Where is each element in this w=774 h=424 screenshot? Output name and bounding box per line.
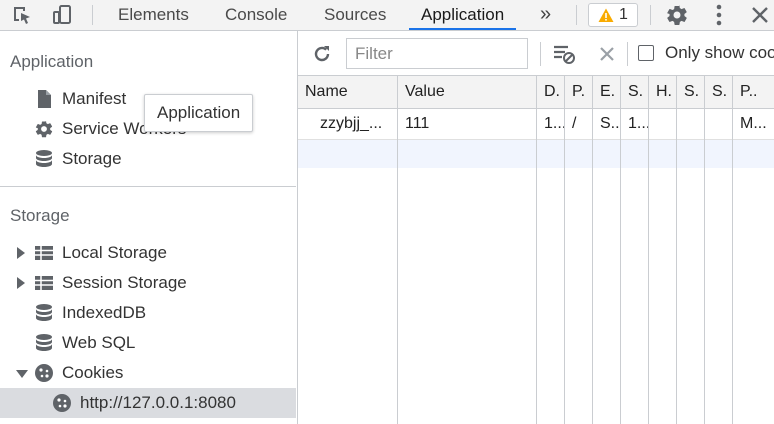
database-icon <box>36 334 52 351</box>
column-header-path[interactable]: P. <box>572 76 590 108</box>
more-options-icon[interactable] <box>707 3 731 27</box>
only-show-label: Only show coo <box>665 43 774 62</box>
sidebar-item-web-sql[interactable]: Web SQL <box>0 328 296 358</box>
cell-size: 1... <box>628 115 648 132</box>
cell-httponly <box>656 109 676 139</box>
clear-filtered-cookies-icon[interactable] <box>552 42 576 66</box>
cell-samesite <box>712 109 732 139</box>
collapse-arrow-icon[interactable] <box>16 370 28 378</box>
cell-priority: M... <box>740 115 767 132</box>
cookie-icon <box>53 394 71 412</box>
database-icon <box>36 304 52 321</box>
sidebar-item-local-storage[interactable]: Local Storage <box>0 238 296 268</box>
sidebar-item-label: Manifest <box>62 89 127 108</box>
filter-input[interactable] <box>346 38 528 69</box>
column-divider[interactable] <box>564 76 565 424</box>
column-header-value[interactable]: Value <box>405 76 533 108</box>
sidebar-item-label: Local Storage <box>62 243 167 262</box>
database-icon <box>36 150 52 167</box>
cell-value: 111 <box>405 115 430 132</box>
column-header-samesite[interactable]: S. <box>712 76 730 108</box>
devtools-tab-bar: Elements Console Sources Application » 1 <box>0 0 774 31</box>
column-header-httponly[interactable]: H. <box>656 76 674 108</box>
column-divider[interactable] <box>536 76 537 424</box>
cell-path: / <box>572 115 577 132</box>
warning-count: 1 <box>619 6 628 23</box>
settings-gear-icon[interactable] <box>665 3 689 27</box>
cell-secure <box>684 109 704 139</box>
cell-name: zzybjj_... <box>320 115 383 132</box>
refresh-icon[interactable] <box>310 42 334 66</box>
section-divider <box>0 186 296 187</box>
warning-icon <box>598 8 614 22</box>
application-sidebar: Application Manifest Service Workers Sto… <box>0 31 296 424</box>
warnings-badge[interactable]: 1 <box>588 3 638 27</box>
column-divider[interactable] <box>676 76 677 424</box>
grid-icon <box>35 246 53 260</box>
sidebar-item-label: IndexedDB <box>62 303 147 322</box>
column-header-domain[interactable]: D. <box>544 76 562 108</box>
application-section-title: Application <box>10 52 94 71</box>
sidebar-item-label: Web SQL <box>62 333 136 352</box>
sidebar-item-cookie-origin[interactable]: http://127.0.0.1:8080 <box>0 388 296 418</box>
sidebar-item-cookies[interactable]: Cookies <box>0 358 296 388</box>
storage-section-title: Storage <box>10 206 70 225</box>
column-divider[interactable] <box>648 76 649 424</box>
document-icon <box>38 90 51 108</box>
sidebar-item-label: Session Storage <box>62 273 187 292</box>
inspect-element-icon[interactable] <box>10 3 34 27</box>
column-header-expires[interactable]: E. <box>600 76 618 108</box>
column-header-priority[interactable]: P.. <box>740 76 770 108</box>
more-tabs-button[interactable]: » <box>540 0 551 30</box>
column-header-secure[interactable]: S. <box>684 76 702 108</box>
delete-selected-icon[interactable] <box>595 42 619 66</box>
toolbar-divider <box>650 5 651 25</box>
sidebar-item-session-storage[interactable]: Session Storage <box>0 268 296 298</box>
column-divider[interactable] <box>592 76 593 424</box>
device-toolbar-icon[interactable] <box>50 3 74 27</box>
sidebar-item-storage[interactable]: Storage <box>0 144 296 174</box>
gear-icon <box>35 121 53 138</box>
cell-domain: 1... <box>544 115 564 132</box>
sidebar-item-label: http://127.0.0.1:8080 <box>80 393 236 412</box>
toolbar-divider <box>627 42 628 66</box>
tab-elements[interactable]: Elements <box>106 0 201 30</box>
toolbar-divider <box>92 5 93 25</box>
cookie-icon <box>35 364 53 382</box>
column-header-name[interactable]: Name <box>305 76 391 108</box>
tab-console[interactable]: Console <box>213 0 299 30</box>
column-divider[interactable] <box>620 76 621 424</box>
tooltip: Application <box>144 94 254 132</box>
toolbar-divider <box>540 42 541 66</box>
column-header-size[interactable]: S. <box>628 76 646 108</box>
close-devtools-icon[interactable] <box>748 3 772 27</box>
expand-arrow-icon[interactable] <box>17 277 25 289</box>
only-show-checkbox[interactable] <box>638 45 654 61</box>
sidebar-item-indexeddb[interactable]: IndexedDB <box>0 298 296 328</box>
tab-sources[interactable]: Sources <box>312 0 398 30</box>
cell-expires: S... <box>600 115 620 132</box>
toolbar-divider <box>576 5 577 25</box>
sidebar-item-label: Cookies <box>62 363 124 382</box>
tab-application[interactable]: Application <box>409 0 517 30</box>
expand-arrow-icon[interactable] <box>17 247 25 259</box>
cookie-table: Name Value D. P. E. S. H. S. S. P.. zzyb… <box>298 76 774 424</box>
column-divider[interactable] <box>704 76 705 424</box>
sidebar-item-label: Storage <box>62 149 122 168</box>
grid-icon <box>35 276 53 290</box>
column-divider[interactable] <box>397 76 398 424</box>
column-divider[interactable] <box>732 76 733 424</box>
